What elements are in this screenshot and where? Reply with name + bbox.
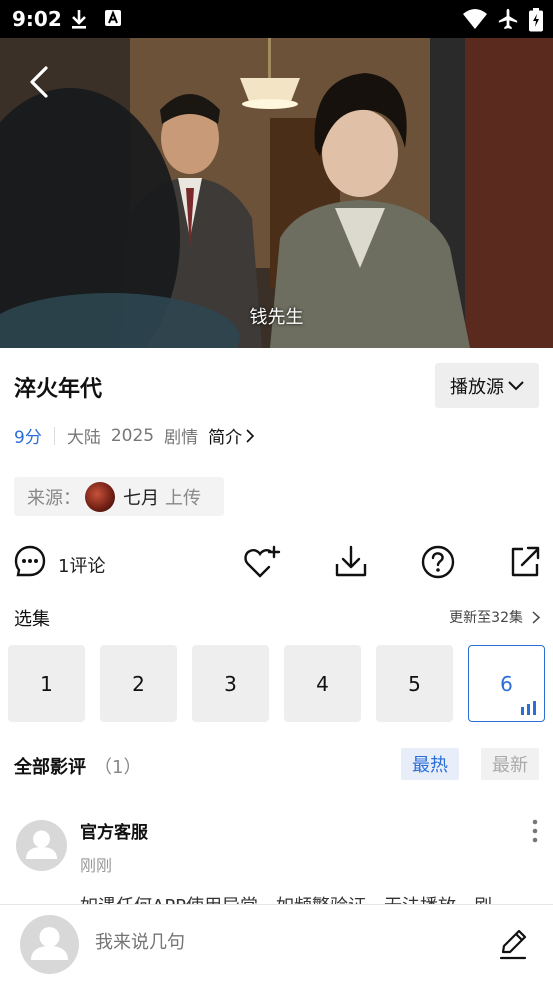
- episode-number: 4: [316, 671, 329, 696]
- help-icon[interactable]: [420, 544, 456, 580]
- reviews-title: 全部影评: [14, 757, 86, 778]
- status-bar: 9:02: [0, 0, 553, 38]
- uploader-prefix: 来源：: [27, 487, 81, 509]
- episode-number: 6: [500, 671, 513, 696]
- edit-icon[interactable]: [497, 927, 529, 961]
- episode-list: 1 2 3 4 5 6: [8, 645, 553, 722]
- download-icon[interactable]: [333, 544, 369, 580]
- download-icon: [72, 10, 86, 29]
- reviews-heading: 全部影评 （1）: [14, 753, 141, 779]
- episode-number: 3: [224, 671, 237, 696]
- comment-input[interactable]: [95, 932, 475, 953]
- comment-composer: [0, 904, 553, 984]
- chevron-down-icon: [508, 380, 524, 390]
- user-icon: [31, 927, 68, 960]
- score: 9分: [14, 428, 42, 448]
- show-title: 淬火年代: [14, 377, 103, 402]
- intro-link[interactable]: 简介: [208, 423, 255, 448]
- episode-button[interactable]: 2: [100, 645, 177, 722]
- avatar[interactable]: [16, 820, 67, 871]
- chevron-right-icon: [532, 610, 541, 624]
- episodes-label: 选集: [14, 609, 50, 630]
- play-source-button[interactable]: 播放源: [435, 363, 539, 408]
- episode-number: 2: [132, 671, 145, 696]
- status-time: 9:02: [12, 7, 62, 31]
- reviews-count: （1）: [94, 757, 142, 778]
- uploader-name: 七月: [123, 487, 159, 509]
- episode-button-active[interactable]: 6: [468, 645, 545, 722]
- video-player[interactable]: 钱先生: [0, 38, 553, 348]
- episode-button[interactable]: 5: [376, 645, 453, 722]
- comment-icon[interactable]: [13, 544, 47, 580]
- video-frame: [0, 38, 553, 348]
- user-icon: [26, 830, 57, 859]
- episodes-update-text: 更新至32集: [449, 610, 523, 626]
- favorite-add-icon[interactable]: [243, 544, 281, 580]
- uploader-suffix: 上传: [165, 487, 201, 509]
- wifi-icon: [463, 9, 487, 29]
- now-playing-icon: [521, 701, 536, 715]
- comment-time: 刚刚: [80, 856, 113, 875]
- year: 2025: [110, 425, 155, 446]
- episode-button[interactable]: 3: [192, 645, 269, 722]
- chevron-right-icon: [246, 428, 255, 443]
- episode-number: 5: [408, 671, 421, 696]
- share-icon[interactable]: [508, 544, 542, 580]
- back-icon[interactable]: [22, 62, 58, 102]
- video-subtitle: 钱先生: [249, 307, 304, 328]
- more-vertical-icon[interactable]: [525, 818, 545, 844]
- battery-charging-icon: [529, 8, 543, 32]
- play-source-label: 播放源: [450, 376, 504, 398]
- airplane-icon: [498, 8, 518, 30]
- sort-hot-button[interactable]: 最热: [401, 748, 459, 780]
- episode-button[interactable]: 4: [284, 645, 361, 722]
- episode-number: 1: [40, 671, 53, 696]
- action-row: 1评论: [0, 540, 553, 586]
- intro-label: 简介: [208, 428, 243, 448]
- episode-button[interactable]: 1: [8, 645, 85, 722]
- show-meta: 9分 大陆 2025 剧情 简介: [14, 423, 255, 448]
- comment-author[interactable]: 官方客服: [80, 818, 148, 843]
- text-a-icon: [105, 10, 121, 26]
- region: 大陆: [66, 428, 101, 448]
- uploader-tag[interactable]: 来源： 七月 上传: [14, 477, 224, 516]
- my-avatar[interactable]: [20, 915, 79, 974]
- comments-count[interactable]: 1评论: [58, 552, 105, 578]
- episodes-update-link[interactable]: 更新至32集: [449, 607, 541, 627]
- sort-new-button[interactable]: 最新: [481, 748, 539, 780]
- meta-divider: [53, 426, 55, 445]
- genre: 剧情: [164, 428, 199, 448]
- uploader-avatar: [85, 481, 115, 512]
